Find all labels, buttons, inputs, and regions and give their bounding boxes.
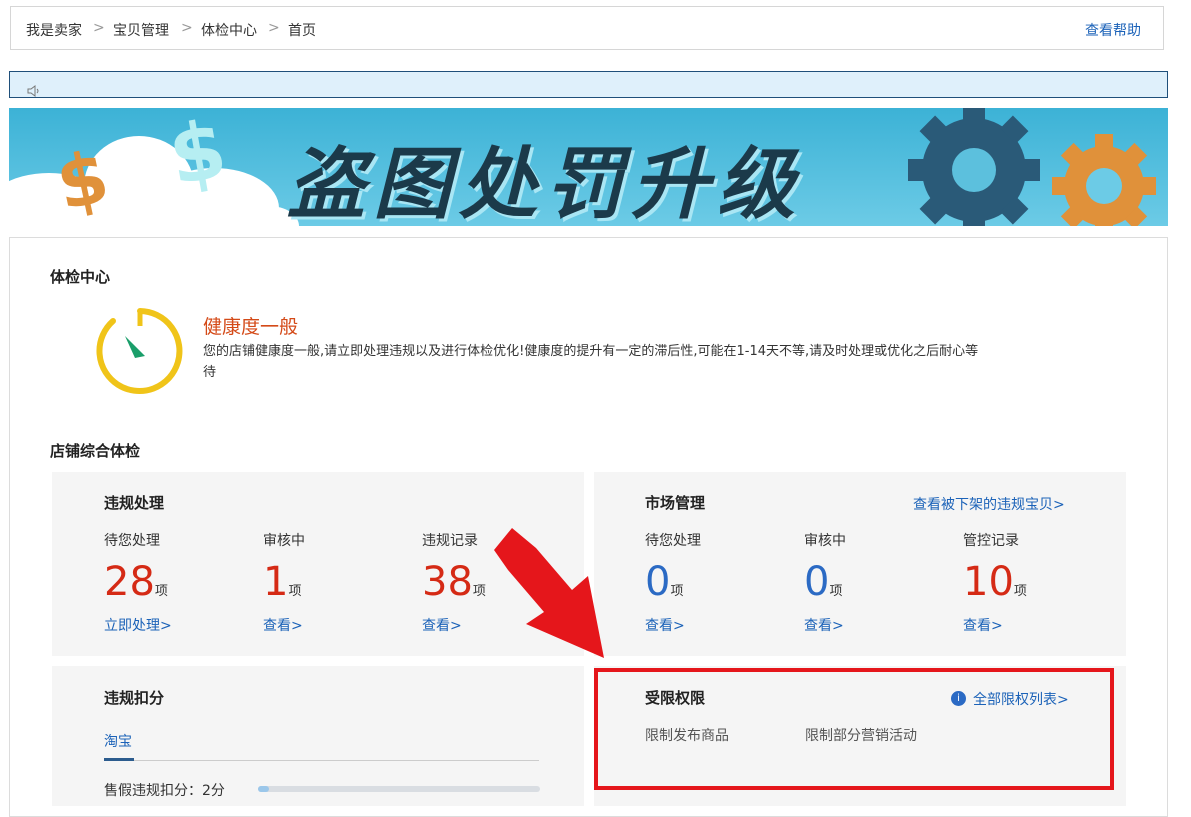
- stat-value: 0: [804, 559, 830, 605]
- violations-title: 违规处理: [104, 494, 165, 512]
- stat-value: 0: [645, 559, 671, 605]
- stat-unit: 项: [472, 584, 486, 599]
- stat-label: 待您处理: [645, 533, 701, 549]
- health-gauge-icon: [96, 308, 183, 394]
- stat-unit: 项: [829, 584, 843, 599]
- health-description-line2: 待: [203, 365, 217, 380]
- notice-bar: [9, 71, 1168, 98]
- tab-divider: [104, 760, 539, 761]
- breadcrumb: 我是卖家 > 宝贝管理 > 体检中心 > 首页 查看帮助: [10, 6, 1164, 50]
- stat-value-group: 28项: [104, 562, 168, 602]
- stat-label: 违规记录: [422, 533, 478, 549]
- view-link[interactable]: 查看>: [422, 615, 462, 635]
- stat-label: 审核中: [804, 533, 846, 549]
- banner-title: 盗图处罚升级: [287, 140, 804, 226]
- help-link[interactable]: 查看帮助: [1085, 20, 1141, 40]
- stat-value-group: 0项: [804, 562, 842, 602]
- process-now-link[interactable]: 立即处理>: [104, 615, 172, 635]
- stat-value-group: 1项: [263, 562, 301, 602]
- stat-value-group: 38项: [422, 562, 486, 602]
- breadcrumb-separator: >: [268, 20, 280, 36]
- stat-label: 待您处理: [104, 533, 160, 549]
- breadcrumb-item-checkup[interactable]: 体检中心: [201, 20, 257, 40]
- checkup-title: 体检中心: [50, 268, 111, 286]
- stat-value: 1: [263, 559, 289, 605]
- stat-unit: 项: [154, 584, 168, 599]
- stat-unit: 项: [670, 584, 684, 599]
- breadcrumb-item-home: 首页: [288, 23, 316, 39]
- speaker-icon: [27, 85, 39, 97]
- deduction-title: 违规扣分: [104, 689, 165, 707]
- view-link[interactable]: 查看>: [963, 615, 1003, 635]
- tab-active-indicator: [104, 758, 134, 761]
- promo-banner[interactable]: $ $ 盗图处罚升级: [9, 108, 1168, 226]
- stat-unit: 项: [1013, 584, 1027, 599]
- stat-value: 28: [104, 559, 155, 605]
- view-link[interactable]: 查看>: [645, 615, 685, 635]
- red-arrow-icon: [494, 528, 604, 658]
- breadcrumb-separator: >: [93, 20, 105, 36]
- breadcrumb-item-items[interactable]: 宝贝管理: [113, 20, 169, 40]
- comprehensive-title: 店铺综合体检: [50, 442, 141, 460]
- stat-value-group: 0项: [645, 562, 683, 602]
- breadcrumb-item-seller[interactable]: 我是卖家: [26, 20, 82, 40]
- deduction-progress-bar: [258, 786, 540, 792]
- stat-unit: 项: [288, 584, 302, 599]
- health-description-line1: 您的店铺健康度一般,请立即处理违规以及进行体检优化!健康度的提升有一定的滞后性,…: [203, 344, 979, 359]
- view-link[interactable]: 查看>: [263, 615, 303, 635]
- stat-label: 审核中: [263, 533, 305, 549]
- stat-label: 管控记录: [963, 533, 1019, 549]
- stat-value: 10: [963, 559, 1014, 605]
- market-title: 市场管理: [645, 494, 706, 512]
- tab-taobao[interactable]: 淘宝: [104, 731, 132, 751]
- highlight-box: [594, 668, 1114, 790]
- stat-value: 38: [422, 559, 473, 605]
- deduction-progress-fill: [258, 786, 270, 792]
- health-status: 健康度一般: [203, 316, 299, 338]
- delisted-items-link[interactable]: 查看被下架的违规宝贝>: [913, 494, 1065, 514]
- deduction-row-label: 售假违规扣分：2分: [104, 783, 225, 799]
- view-link[interactable]: 查看>: [804, 615, 844, 635]
- breadcrumb-separator: >: [181, 20, 193, 36]
- stat-value-group: 10项: [963, 562, 1027, 602]
